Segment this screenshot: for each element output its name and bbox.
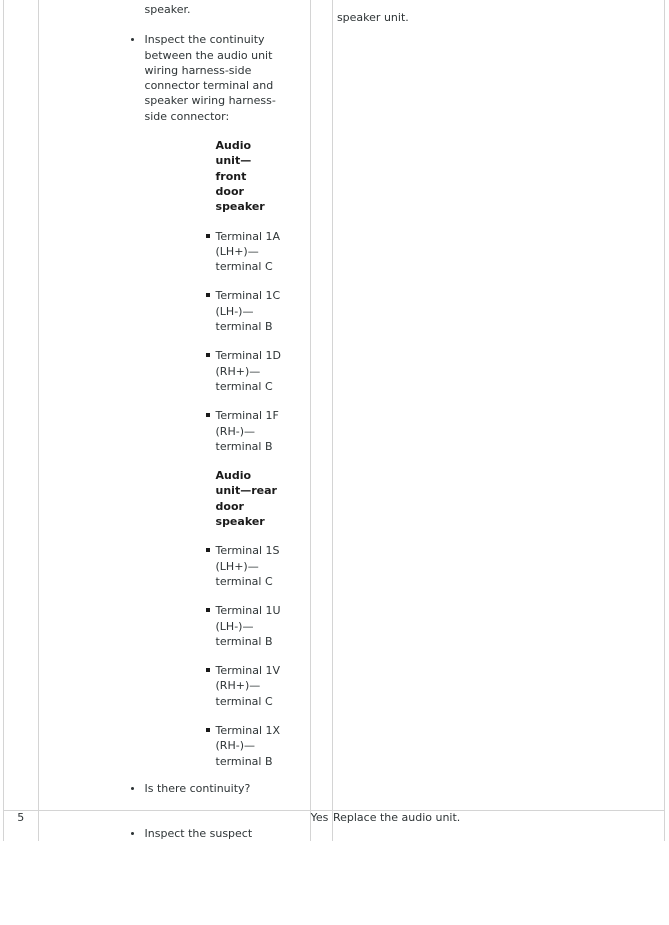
- action-bullet-list: Inspect the continuity between the audio…: [39, 32, 310, 796]
- list-item-is-there-continuity: Is there continuity?: [39, 781, 310, 796]
- list-item-terminal: Terminal 1A (LH+)—terminal C: [145, 229, 310, 275]
- subheading-front-door-speaker: Audio unit—front door speaker: [215, 139, 265, 214]
- terminal-text: Terminal 1V (RH+)—terminal C: [215, 664, 281, 708]
- inspect-continuity-text: Inspect the continuity between the audio…: [144, 33, 276, 123]
- action-continued-text: speaker.: [144, 3, 191, 16]
- step5-yes-label: Yes: [309, 810, 333, 842]
- terminal-text: Terminal 1S (LH+)—terminal C: [215, 544, 280, 588]
- cell-action-continued: speaker. Inspect the continuity between …: [37, 0, 311, 811]
- list-item-inspect-continuity: Inspect the continuity between the audio…: [39, 32, 310, 769]
- result-continued-text: speaker unit.: [336, 11, 409, 24]
- cell-step-continued: [3, 0, 39, 811]
- cell-yesno-continued: [309, 0, 333, 811]
- diagnostic-table: speaker. Inspect the continuity between …: [3, 0, 666, 842]
- terminal-text: Terminal 1C (LH-)—terminal B: [215, 289, 281, 334]
- terminal-text: Terminal 1A (LH+)—terminal C: [215, 229, 281, 274]
- step5-bullet-list: Inspect the suspect: [39, 826, 310, 841]
- cell-bottom-spacer: [39, 796, 310, 810]
- list-item-terminal: Terminal 1V (RH+)—terminal C: [145, 663, 310, 709]
- list-item-terminal: Terminal 1F (RH-)—terminal B: [145, 408, 310, 454]
- terminal-text: Terminal 1F (RH-)—terminal B: [215, 409, 279, 453]
- cell-result-continued: speaker unit.: [331, 0, 666, 811]
- terminal-text: Terminal 1U (LH-)—terminal B: [215, 604, 281, 648]
- cell-action-step-5: Inspect the suspect: [37, 810, 311, 842]
- list-item-terminal: Terminal 1D (RH+)—terminal C: [145, 348, 310, 394]
- inspect-suspect-text: Inspect the suspect: [144, 827, 253, 841]
- list-item-terminal: Terminal 1S (LH+)—terminal C: [145, 543, 310, 589]
- document-page: speaker. Inspect the continuity between …: [0, 0, 669, 925]
- list-item-inspect-suspect: Inspect the suspect: [39, 826, 310, 841]
- table-row-continued: speaker. Inspect the continuity between …: [3, 0, 666, 811]
- subheading-rear-door-speaker: Audio unit—rear door speaker: [215, 469, 277, 529]
- is-there-continuity-text: Is there continuity?: [144, 781, 251, 795]
- step-number-5: 5: [3, 810, 39, 842]
- table-row-step-5: 5 Inspect the suspect Yes Replace the au…: [3, 810, 666, 842]
- step5-result-text: Replace the audio unit.: [331, 810, 666, 842]
- rear-terminal-list: Terminal 1S (LH+)—terminal C Terminal 1U…: [145, 543, 310, 769]
- list-item-terminal: Terminal 1X (RH-)—terminal B: [145, 723, 310, 769]
- terminal-text: Terminal 1D (RH+)—terminal C: [215, 349, 281, 393]
- list-item-terminal: Terminal 1U (LH-)—terminal B: [145, 603, 310, 649]
- front-terminal-list: Terminal 1A (LH+)—terminal C Terminal 1C…: [145, 229, 310, 455]
- terminal-text: Terminal 1X (RH-)—terminal B: [215, 723, 281, 768]
- list-item-terminal: Terminal 1C (LH-)—terminal B: [145, 288, 310, 334]
